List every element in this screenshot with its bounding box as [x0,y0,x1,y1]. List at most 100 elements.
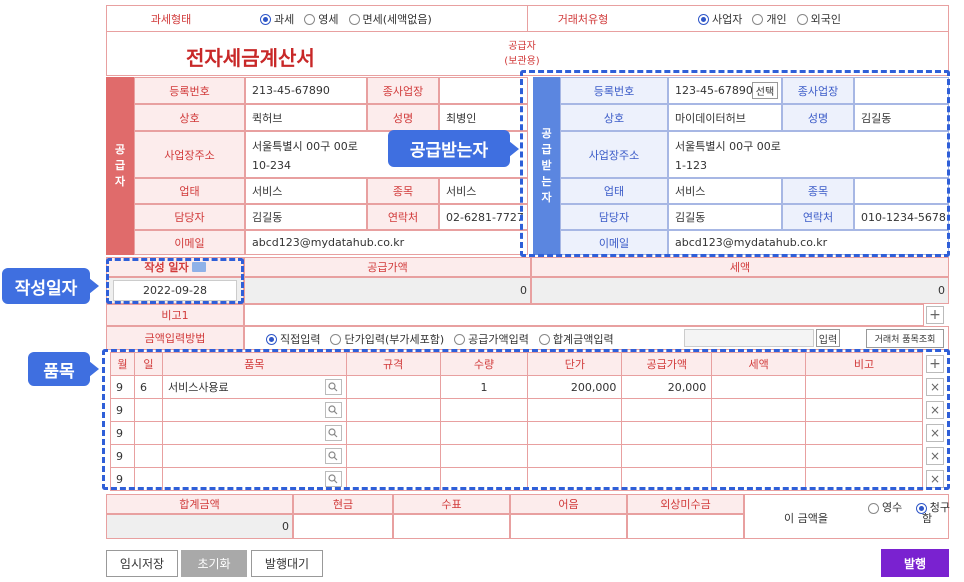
supplier-contact[interactable]: 02-6281-7727 [439,204,528,230]
delete-row-button-3[interactable]: × [926,424,944,442]
cell-qty[interactable] [439,421,529,445]
tax-type-radio-taxable[interactable]: 과세 [260,11,294,27]
delete-row-button-5[interactable]: × [926,470,944,488]
cell-day[interactable]: 6 [133,375,163,399]
method-radio-total[interactable]: 합계금액입력 [538,331,614,347]
items-callout-arrow [89,361,99,377]
supplier-company[interactable]: 퀵허브 [245,104,367,131]
table-row: 9 6 서비스사용료 1 200,000 20,000 [110,375,923,399]
note-input[interactable] [244,304,924,326]
method-amount-input[interactable] [684,329,814,347]
search-icon[interactable] [324,402,342,418]
cell-tax[interactable] [711,398,807,422]
cell-tax[interactable] [711,444,807,468]
cell-price[interactable] [527,467,623,491]
cell-day[interactable] [133,421,163,445]
cell-spec[interactable] [345,444,441,468]
method-radio-supply[interactable]: 공급가액입력 [454,331,529,347]
cell-tax[interactable] [711,421,807,445]
cell-qty[interactable]: 1 [439,375,529,399]
cell-qty[interactable] [439,467,529,491]
cell-price[interactable] [527,421,623,445]
temp-save-button[interactable]: 임시저장 [106,550,178,577]
supplier-email[interactable]: abcd123@mydatahub.co.kr [245,230,528,255]
add-note-button[interactable]: + [926,306,944,324]
search-icon[interactable] [324,471,342,487]
cell-price[interactable] [527,398,623,422]
delete-row-button-4[interactable]: × [926,447,944,465]
cell-supply[interactable] [621,398,713,422]
supplier-biz-type[interactable]: 서비스 [245,178,367,204]
cell-qty[interactable] [439,398,529,422]
cell-item[interactable] [161,398,347,422]
method-radio-direct[interactable]: 직접입력 [266,331,320,347]
supplier-reg-no[interactable]: 213-45-67890 [245,77,367,104]
cell-spec[interactable] [345,467,441,491]
receiver-biz-item[interactable] [854,178,949,204]
search-icon[interactable] [324,379,342,395]
supplier-branch[interactable] [439,77,528,104]
receiver-contact[interactable]: 010-1234-5678 [854,204,949,230]
cell-day[interactable] [133,398,163,422]
partner-type-radio-business[interactable]: 사업자 [698,11,742,27]
tax-type-radio-zero[interactable]: 영세 [304,11,339,27]
search-icon[interactable] [324,448,342,464]
receiver-biz-type[interactable]: 서비스 [668,178,782,204]
receiver-manager[interactable]: 김길동 [668,204,782,230]
calendar-icon[interactable] [191,262,206,272]
date-input[interactable]: 2022-09-28 [113,280,237,301]
search-icon[interactable] [324,425,342,441]
receiver-email[interactable]: abcd123@mydatahub.co.kr [668,230,949,255]
cell-note[interactable] [805,398,923,422]
add-row-button[interactable]: + [926,355,944,373]
cell-item[interactable] [161,421,347,445]
receiver-name[interactable]: 김길동 [854,104,949,131]
supplier-biz-item[interactable]: 서비스 [439,178,528,204]
receiver-select-button[interactable]: 선택 [752,82,778,99]
cash-input[interactable] [293,514,393,539]
cell-note[interactable] [805,375,923,399]
cell-note[interactable] [805,421,923,445]
partner-type-radio-foreigner[interactable]: 외국인 [796,11,841,27]
cell-day[interactable] [133,444,163,468]
receipt-radio[interactable]: 영수 [868,500,902,516]
cell-note[interactable] [805,444,923,468]
cell-item[interactable] [161,467,347,491]
cash-label: 현금 [293,494,393,514]
cell-item[interactable]: 서비스사용료 [161,375,347,399]
bill-input[interactable] [510,514,627,539]
check-input[interactable] [393,514,510,539]
cell-spec[interactable] [345,398,441,422]
receiver-address[interactable]: 서울특별시 00구 00로 1-123 [668,131,949,178]
wait-button[interactable]: 발행대기 [251,550,323,577]
issue-button[interactable]: 발행 [881,549,949,577]
cell-price[interactable] [527,444,623,468]
cell-day[interactable] [133,467,163,491]
receiver-company[interactable]: 마이데이터허브 [668,104,782,131]
receiver-branch[interactable] [854,77,949,104]
partner-type-radio-individual[interactable]: 개인 [752,11,787,27]
tax-type-radio-exempt[interactable]: 면세(세액없음) [348,11,432,27]
cell-supply[interactable] [621,467,713,491]
cell-spec[interactable] [345,421,441,445]
cell-supply[interactable]: 20,000 [621,375,713,399]
method-radio-unit[interactable]: 단가입력(부가세포함) [330,331,444,347]
cell-qty[interactable] [439,444,529,468]
cell-tax[interactable] [711,375,807,399]
method-input-button[interactable]: 입력 [816,329,840,347]
delete-row-button-1[interactable]: × [926,378,944,396]
cell-item[interactable] [161,444,347,468]
supplier-manager[interactable]: 김길동 [245,204,367,230]
credit-input[interactable] [627,514,744,539]
cell-tax[interactable] [711,467,807,491]
cell-note[interactable] [805,467,923,491]
cell-price[interactable]: 200,000 [527,375,623,399]
delete-row-button-2[interactable]: × [926,401,944,419]
cell-spec[interactable] [345,375,441,399]
reset-button[interactable]: 초기화 [181,550,247,577]
partner-item-lookup-button[interactable]: 거래처 품목조회 [866,329,944,348]
supplier-name[interactable]: 최병인 [439,104,528,131]
cell-supply[interactable] [621,444,713,468]
cell-supply[interactable] [621,421,713,445]
claim-radio[interactable]: 청구 [915,500,950,516]
